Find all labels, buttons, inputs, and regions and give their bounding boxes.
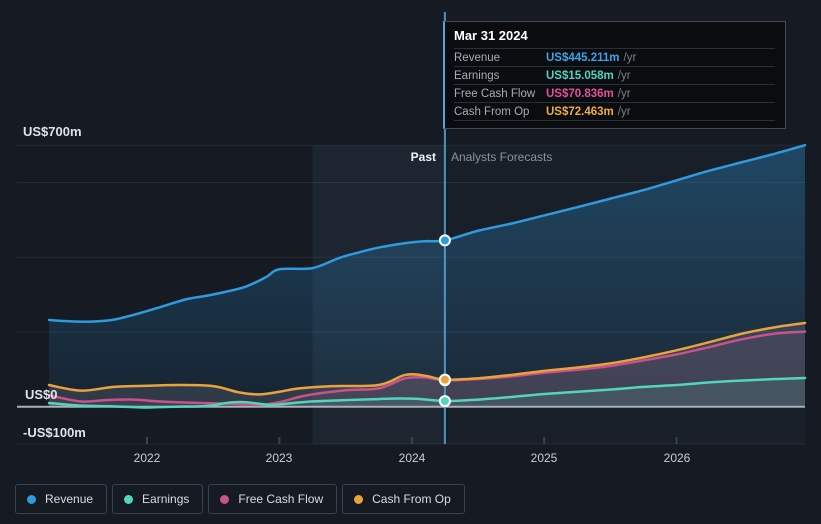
y-axis-label-zero: US$0 [25, 387, 58, 402]
tooltip-label: Free Cash Flow [454, 87, 536, 100]
legend-label: Earnings [142, 492, 190, 506]
tooltip-label: Revenue [454, 51, 501, 64]
earnings-revenue-growth-chart: US$700m US$0 -US$100m 2022 2023 2024 202… [0, 0, 821, 524]
x-axis-label-2025: 2025 [530, 451, 558, 465]
legend-label: Free Cash Flow [238, 492, 324, 506]
forecast-region-label: Analysts Forecasts [451, 150, 553, 164]
y-axis-label-700m: US$700m [23, 124, 82, 139]
legend-label: Revenue [45, 492, 94, 506]
cash-from-op-series-dot-icon [354, 494, 364, 504]
tooltip-row-free-cash-flow: Free Cash Flow US$70.836m /yr [454, 85, 775, 103]
chart-legend: Revenue Earnings Free Cash Flow Cash Fro… [15, 484, 465, 514]
x-axis-label-2023: 2023 [265, 451, 293, 465]
tooltip-suffix: /yr [617, 69, 631, 82]
tooltip-value: US$15.058m [546, 69, 614, 82]
legend-item-cash-from-op[interactable]: Cash From Op [342, 484, 465, 514]
chart-tooltip: Mar 31 2024 Revenue US$445.211m /yr Earn… [443, 21, 786, 129]
x-axis-label-2026: 2026 [663, 451, 691, 465]
past-region-label: Past [410, 150, 436, 164]
tooltip-label: Cash From Op [454, 105, 530, 118]
legend-label: Cash From Op [372, 492, 451, 506]
legend-item-revenue[interactable]: Revenue [15, 484, 108, 514]
earnings-series-dot-icon [124, 494, 134, 504]
tooltip-row-cash-from-op: Cash From Op US$72.463m /yr [454, 103, 775, 121]
x-axis-label-2022: 2022 [133, 451, 161, 465]
y-axis-label-neg100m: -US$100m [23, 425, 86, 440]
free-cash-flow-series-dot-icon [220, 494, 230, 504]
tooltip-suffix: /yr [623, 51, 637, 64]
revenue-series-dot-icon [27, 494, 36, 504]
tooltip-date: Mar 31 2024 [454, 24, 775, 49]
tooltip-label: Earnings [454, 69, 500, 82]
x-axis-label-2024: 2024 [398, 451, 426, 465]
tooltip-row-earnings: Earnings US$15.058m /yr [454, 67, 775, 85]
tooltip-value: US$72.463m [546, 105, 614, 118]
tooltip-value: US$445.211m [546, 51, 620, 64]
legend-item-free-cash-flow[interactable]: Free Cash Flow [208, 484, 338, 514]
tooltip-suffix: /yr [617, 87, 631, 100]
legend-item-earnings[interactable]: Earnings [112, 484, 204, 514]
tooltip-value: US$70.836m [546, 87, 614, 100]
tooltip-suffix: /yr [617, 105, 631, 118]
tooltip-row-revenue: Revenue US$445.211m /yr [454, 49, 775, 67]
